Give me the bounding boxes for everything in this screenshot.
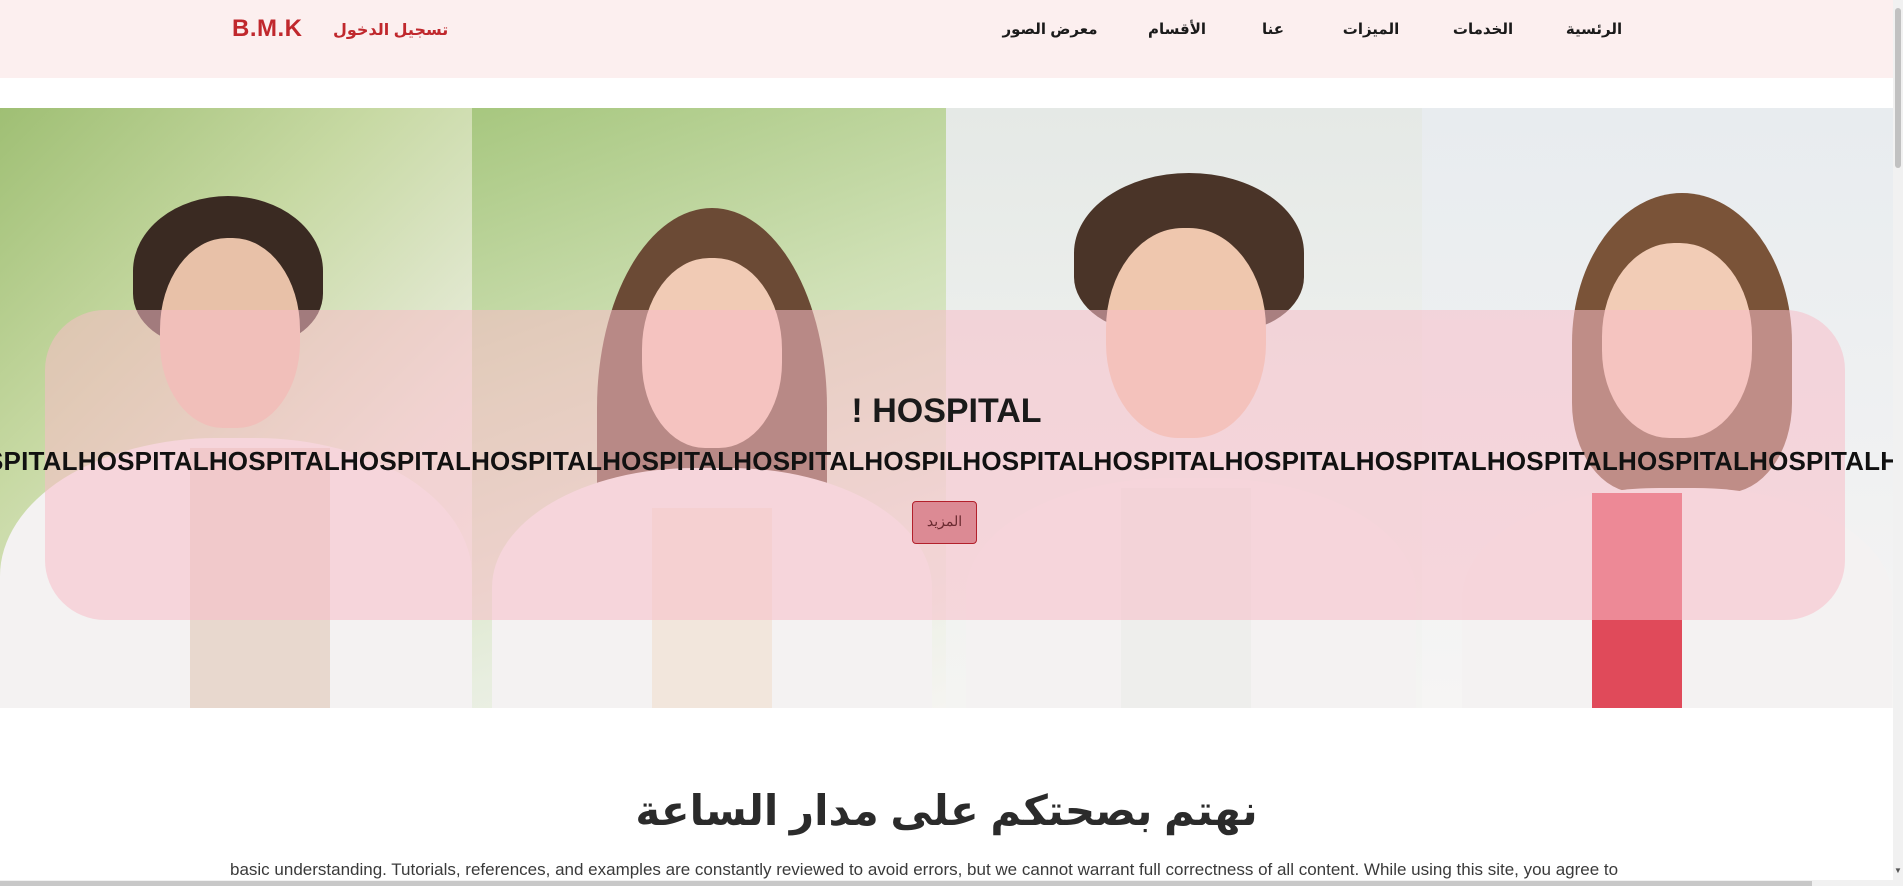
scrollbar-thumb[interactable] xyxy=(0,881,1812,886)
vertical-scrollbar[interactable]: ▼ xyxy=(1893,0,1903,886)
scroll-down-arrow-icon[interactable]: ▼ xyxy=(1894,866,1902,875)
nav-link-gallery[interactable]: معرض الصور xyxy=(1002,20,1097,38)
horizontal-scrollbar[interactable] xyxy=(0,880,1893,886)
navbar: B.M.K تسجيل الدخول الرئسية الخدمات الميز… xyxy=(0,0,1893,78)
nav-link-home[interactable]: الرئسية xyxy=(1566,20,1622,38)
hero-marquee: SPITALHOSPITALHOSPITALHOSPITALHOSPITALHO… xyxy=(0,446,1893,480)
nav-link-features[interactable]: الميزات xyxy=(1343,20,1400,38)
scrollbar-thumb[interactable] xyxy=(1895,8,1901,168)
nav-link-departments[interactable]: الأقسام xyxy=(1148,20,1206,38)
hero-title: ! HOSPITAL xyxy=(851,392,1042,430)
section-title: نهتم بصحتكم على مدار الساعة xyxy=(635,787,1258,834)
nav-link-services[interactable]: الخدمات xyxy=(1453,20,1513,38)
nav-link-about[interactable]: عنا xyxy=(1262,20,1284,38)
nav-links: الرئسية الخدمات الميزات عنا الأقسام معرض… xyxy=(0,20,1893,44)
marquee-text: SPITALHOSPITALHOSPITALHOSPITALHOSPITALHO… xyxy=(0,446,1893,476)
section-text: basic understanding. Tutorials, referenc… xyxy=(230,860,1619,879)
more-button[interactable]: المزيد xyxy=(912,501,977,544)
hero-banner: ! HOSPITAL SPITALHOSPITALHOSPITALHOSPITA… xyxy=(0,108,1893,708)
